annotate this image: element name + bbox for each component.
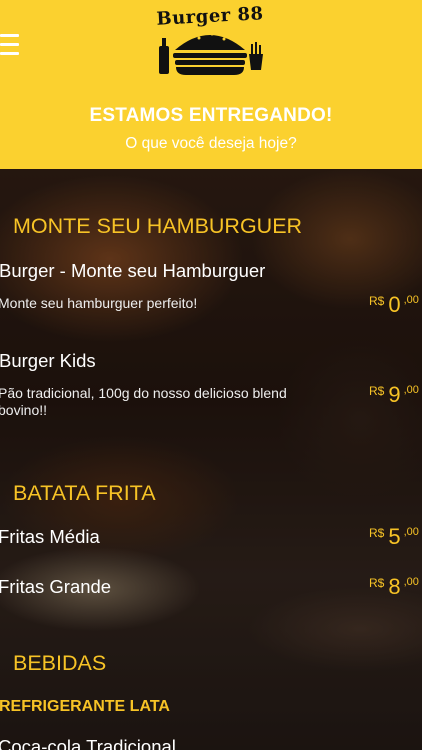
brand-logo: Burger 88 [154,3,266,78]
subsection-title-refrigerante-lata: REFRIGERANTE LATA [0,698,170,715]
section-title-monte-seu-hamburguer: MONTE SEU HAMBURGUER [13,214,303,238]
menu-item-price: R$ 8,00 [369,574,419,599]
page-subtitle: O que você deseja hoje? [125,135,297,152]
menu-item-price: R$ 0,00 [369,292,419,317]
menu-item-price: R$ 5,00 [369,524,419,549]
menu-item-price: R$ 9,00 [369,382,419,407]
menu-content[interactable]: MONTE SEU HAMBURGUER Burger - Monte seu … [0,169,422,750]
menu-item-name[interactable]: Fritas Média [0,526,100,548]
menu-item-name[interactable]: Burger Kids [0,350,96,372]
app-header: Burger 88 ESTAMOS ENTREGANDO! O que você… [0,0,422,169]
menu-item-name[interactable]: Burger - Monte seu Hamburguer [0,260,265,282]
menu-item-description: Monte seu hamburguer perfeito! [0,295,198,311]
page-title: ESTAMOS ENTREGANDO! [89,105,333,126]
burger-logo-icon [159,32,263,75]
section-title-bebidas: BEBIDAS [13,651,107,675]
section-title-batata-frita: BATATA FRITA [13,481,156,505]
menu-item-name[interactable]: Coca-cola Tradicional [0,736,176,750]
hamburger-menu-icon[interactable] [0,34,20,56]
menu-item-description: Pão tradicional, 100g do nosso delicioso… [0,385,287,418]
menu-item-name[interactable]: Fritas Grande [0,576,111,598]
